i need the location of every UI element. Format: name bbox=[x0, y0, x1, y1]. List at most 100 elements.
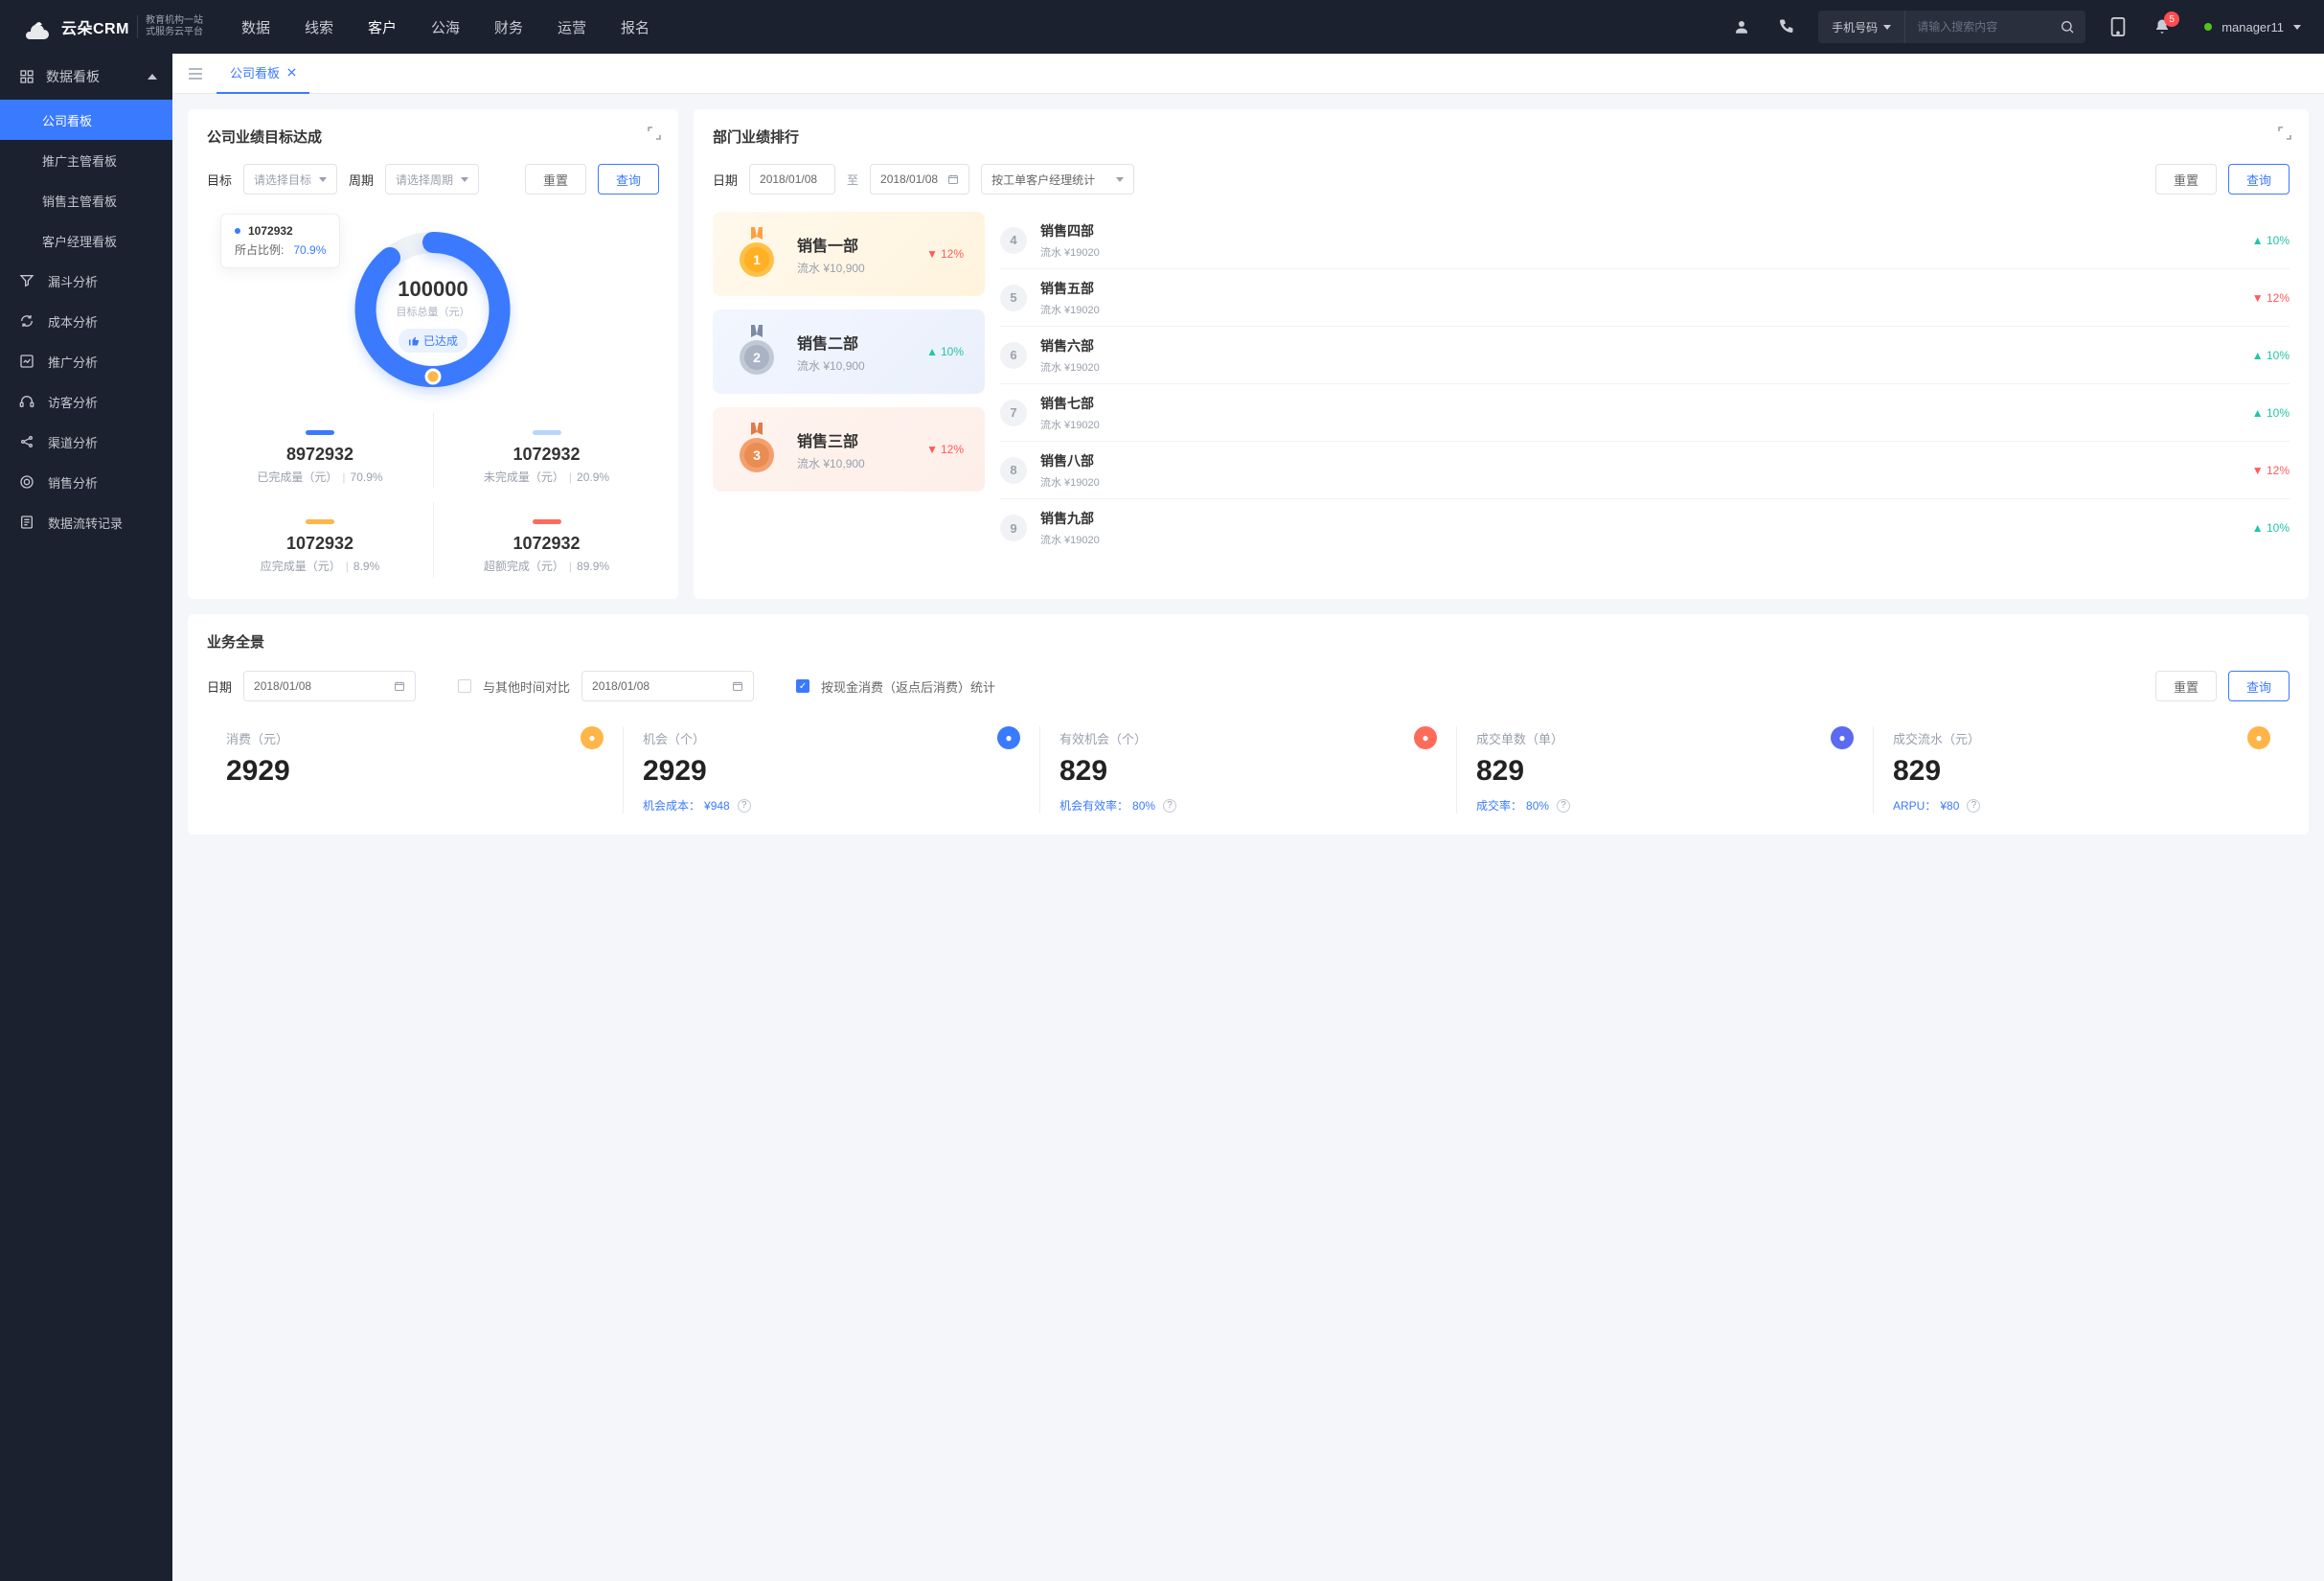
help-icon[interactable]: ? bbox=[1163, 799, 1176, 813]
select-period[interactable]: 请选择周期 bbox=[385, 164, 479, 195]
sidebar-item-visitor[interactable]: 访客分析 bbox=[0, 381, 172, 422]
card-overview-title: 业务全景 bbox=[207, 631, 2290, 652]
expand-icon[interactable] bbox=[2274, 123, 2295, 144]
help-icon[interactable]: ? bbox=[738, 799, 751, 813]
delta-down-icon: ▼ 12% bbox=[926, 247, 964, 261]
metric-done: 8972932 已完成量（元）|70.9% bbox=[207, 413, 433, 489]
doc-icon bbox=[19, 515, 34, 530]
topnav-leads[interactable]: 线索 bbox=[305, 17, 333, 37]
donut-chart: 1072932 所占比例:70.9% 100000 目标总量（元） bbox=[207, 214, 659, 405]
chevron-down-icon bbox=[1116, 177, 1124, 182]
topnav-ops[interactable]: 运营 bbox=[558, 17, 586, 37]
kpi-cell: 消费（元）●2929 bbox=[207, 726, 623, 813]
delta-down-icon: ▼ 12% bbox=[926, 443, 964, 456]
status-badge: 已达成 bbox=[399, 329, 467, 353]
topbar: ☁ 云朵CRM 教育机构一站 式服务云平台 数据 线索 客户 公海 财务 运营 … bbox=[0, 0, 2324, 54]
target-icon bbox=[19, 474, 34, 490]
rank-row: 8销售八部流水 ¥19020▼ 12% bbox=[1000, 442, 2290, 499]
select-target[interactable]: 请选择目标 bbox=[243, 164, 337, 195]
topnav-pool[interactable]: 公海 bbox=[431, 17, 460, 37]
overview-date-input[interactable]: 2018/01/08 bbox=[243, 671, 416, 701]
gold-medal-icon: 1 bbox=[734, 231, 780, 277]
sidebar-section-dashboard[interactable]: 数据看板 bbox=[0, 54, 172, 100]
overview-filters: 日期 2018/01/08 与其他时间对比 2018/01/08 ✓ 按现金消费… bbox=[207, 671, 2290, 701]
topnav: 数据 线索 客户 公海 财务 运营 报名 bbox=[241, 17, 649, 37]
sidebar-item-funnel[interactable]: 漏斗分析 bbox=[0, 261, 172, 301]
logo-icon: ☁ bbox=[23, 11, 54, 42]
delta-up-icon: ▲ 10% bbox=[2252, 234, 2290, 247]
device-icon[interactable] bbox=[2107, 15, 2130, 38]
topnav-customer[interactable]: 客户 bbox=[368, 17, 397, 37]
rank-row: 9销售九部流水 ¥19020▲ 10% bbox=[1000, 499, 2290, 557]
query-button[interactable]: 查询 bbox=[2228, 164, 2290, 195]
metric-grid: 8972932 已完成量（元）|70.9% 1072932 未完成量（元）|20… bbox=[207, 413, 659, 489]
topnav-data[interactable]: 数据 bbox=[241, 17, 270, 37]
date-to-input[interactable]: 2018/01/08 bbox=[870, 164, 969, 195]
rank-1: 1 销售一部流水 ¥10,900 ▼ 12% bbox=[713, 212, 985, 296]
reset-button[interactable]: 重置 bbox=[2155, 164, 2217, 195]
svg-text:3: 3 bbox=[753, 447, 761, 463]
sidebar-item-promo[interactable]: 推广分析 bbox=[0, 341, 172, 381]
metric-undone: 1072932 未完成量（元）|20.9% bbox=[433, 413, 659, 489]
sidebar-item-cost[interactable]: 成本分析 bbox=[0, 301, 172, 341]
delta-up-icon: ▲ 10% bbox=[2252, 521, 2290, 535]
brand-logo: ☁ 云朵CRM 教育机构一站 式服务云平台 bbox=[23, 11, 203, 42]
delta-up-icon: ▲ 10% bbox=[2252, 349, 2290, 362]
rank-list: 4销售四部流水 ¥19020▲ 10%5销售五部流水 ¥19020▼ 12%6销… bbox=[1000, 212, 2290, 557]
headset-icon bbox=[19, 394, 34, 409]
kpi-icon: ● bbox=[1831, 726, 1854, 749]
help-icon[interactable]: ? bbox=[1967, 799, 1980, 813]
card-rank-title: 部门业绩排行 bbox=[713, 126, 2290, 147]
topnav-finance[interactable]: 财务 bbox=[494, 17, 523, 37]
close-icon[interactable] bbox=[287, 68, 296, 77]
topnav-register[interactable]: 报名 bbox=[621, 17, 649, 37]
sidebar-toggle-icon[interactable] bbox=[182, 60, 209, 87]
expand-icon[interactable] bbox=[644, 123, 665, 144]
sidebar-item-sales[interactable]: 销售分析 bbox=[0, 462, 172, 502]
rank-number: 9 bbox=[1000, 515, 1027, 541]
rank-number: 6 bbox=[1000, 342, 1027, 369]
rank-number: 8 bbox=[1000, 457, 1027, 484]
overview-compare-date-input[interactable]: 2018/01/08 bbox=[581, 671, 754, 701]
select-groupby[interactable]: 按工单客户经理统计 bbox=[981, 164, 1134, 195]
rank-row: 6销售六部流水 ¥19020▲ 10% bbox=[1000, 327, 2290, 384]
rank-podium: 1 销售一部流水 ¥10,900 ▼ 12% 2 销售二部流水 ¥10,900 … bbox=[713, 212, 985, 557]
date-from-input[interactable]: 2018/01/08 bbox=[749, 164, 835, 195]
rank-number: 4 bbox=[1000, 227, 1027, 254]
sidebar-item-sales-lead-board[interactable]: 销售主管看板 bbox=[0, 180, 172, 220]
help-icon[interactable]: ? bbox=[1557, 799, 1570, 813]
search-category-select[interactable]: 手机号码 bbox=[1818, 11, 1905, 43]
reset-button[interactable]: 重置 bbox=[525, 164, 586, 195]
brand-name: 云朵CRM bbox=[61, 15, 129, 38]
notif-badge: 5 bbox=[2164, 11, 2179, 27]
rank-row: 4销售四部流水 ¥19020▲ 10% bbox=[1000, 212, 2290, 269]
reset-button[interactable]: 重置 bbox=[2155, 671, 2217, 701]
sidebar-item-dataflow[interactable]: 数据流转记录 bbox=[0, 502, 172, 542]
bell-icon[interactable]: 5 bbox=[2151, 15, 2174, 38]
status-dot-icon bbox=[2204, 23, 2212, 31]
brand-subtitle: 教育机构一站 式服务云平台 bbox=[137, 15, 203, 38]
tab-company-board[interactable]: 公司看板 bbox=[216, 54, 309, 94]
query-button[interactable]: 查询 bbox=[2228, 671, 2290, 701]
sidebar-item-company-board[interactable]: 公司看板 bbox=[0, 100, 172, 140]
user-icon[interactable] bbox=[1730, 15, 1753, 38]
user-name: manager11 bbox=[2221, 20, 2284, 34]
search-input[interactable] bbox=[1905, 11, 2049, 43]
user-menu[interactable]: manager11 bbox=[2204, 20, 2301, 34]
card-overview: 业务全景 日期 2018/01/08 与其他时间对比 2018/01/08 ✓ … bbox=[188, 614, 2309, 835]
sidebar-item-account-mgr-board[interactable]: 客户经理看板 bbox=[0, 220, 172, 261]
donut-center: 100000 目标总量（元） 已达成 bbox=[397, 277, 470, 353]
query-button[interactable]: 查询 bbox=[598, 164, 659, 195]
search-button[interactable] bbox=[2049, 11, 2085, 43]
cash-checkbox[interactable]: ✓ bbox=[796, 679, 809, 693]
funnel-icon bbox=[19, 273, 34, 288]
search-combo: 手机号码 bbox=[1818, 11, 2085, 43]
rank-filters: 日期 2018/01/08 至 2018/01/08 按工单客户经理统计 重置 … bbox=[713, 164, 2290, 195]
dashboard-icon bbox=[19, 69, 34, 84]
phone-icon[interactable] bbox=[1774, 15, 1797, 38]
sidebar-item-promo-lead-board[interactable]: 推广主管看板 bbox=[0, 140, 172, 180]
target-filters: 目标 请选择目标 周期 请选择周期 重置 查询 bbox=[207, 164, 659, 195]
compare-checkbox[interactable] bbox=[458, 679, 471, 693]
sidebar-item-channel[interactable]: 渠道分析 bbox=[0, 422, 172, 462]
card-target: 公司业绩目标达成 目标 请选择目标 周期 请选择周期 重置 查询 bbox=[188, 109, 678, 599]
